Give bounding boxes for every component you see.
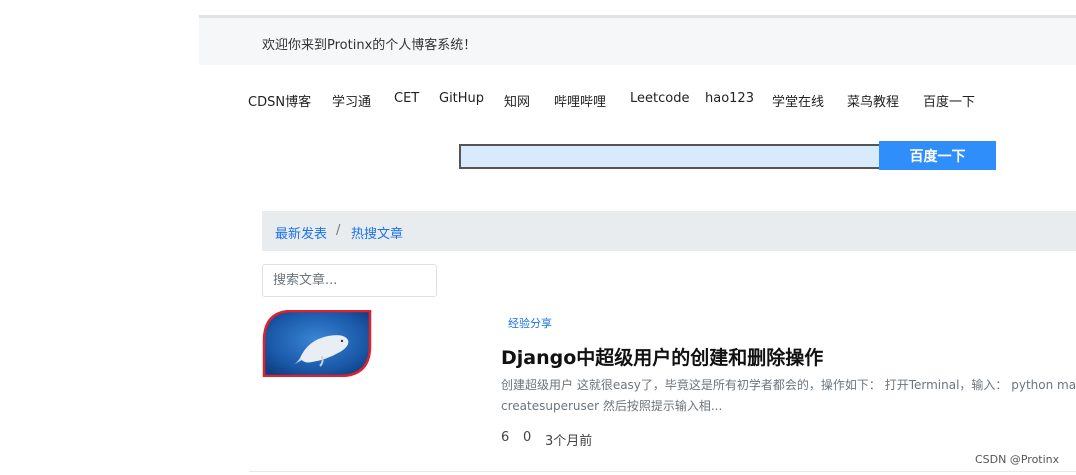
article-views: 6	[501, 430, 510, 445]
article-search-input[interactable]	[262, 264, 437, 297]
article-category[interactable]: 经验分享	[508, 315, 552, 331]
nav-link-xuexitong[interactable]: 学习通	[332, 91, 371, 110]
welcome-text: 欢迎你来到Protinx的个人博客系统！	[262, 38, 477, 53]
baidu-search-button[interactable]: 百度一下	[879, 141, 996, 170]
breadcrumb: 最新发表 / 热搜文章	[262, 211, 1076, 251]
nav-link-cet[interactable]: CET	[394, 91, 419, 106]
nav-link-hao123[interactable]: hao123	[705, 91, 754, 106]
breadcrumb-separator: /	[336, 223, 341, 238]
article-summary: 创建超级用户 这就很easy了，毕竟这是所有初学者都会的，操作如下： 打开Ter…	[501, 375, 1076, 417]
article-thumbnail[interactable]	[262, 309, 372, 378]
watermark: CSDN @Protinx	[975, 453, 1060, 466]
nav-link-leetcode[interactable]: Leetcode	[630, 91, 689, 106]
nav-link-github[interactable]: GitHup	[439, 91, 484, 106]
breadcrumb-hot[interactable]: 热搜文章	[351, 223, 403, 242]
nav-link-baidu[interactable]: 百度一下	[923, 91, 975, 110]
baidu-search-input[interactable]	[459, 144, 879, 169]
article-time: 3个月前	[545, 434, 593, 449]
nav-link-csdn[interactable]: CDSN博客	[248, 91, 311, 110]
article-title[interactable]: Django中超级用户的创建和删除操作	[501, 343, 823, 370]
divider	[249, 471, 1076, 472]
welcome-bar: 欢迎你来到Protinx的个人博客系统！	[199, 18, 1076, 65]
whale-image	[262, 309, 372, 378]
breadcrumb-latest[interactable]: 最新发表	[275, 223, 327, 242]
article-comments: 0	[523, 430, 532, 445]
article-summary-line-1: 创建超级用户 这就很easy了，毕竟这是所有初学者都会的，操作如下： 打开Ter…	[501, 378, 1076, 392]
nav-link-runoob[interactable]: 菜鸟教程	[847, 91, 899, 110]
article-summary-line-2: createsuperuser 然后按照提示输入相...	[501, 399, 723, 413]
nav-link-cnki[interactable]: 知网	[504, 91, 530, 110]
nav-link-xuetangx[interactable]: 学堂在线	[772, 91, 824, 110]
nav-link-bilibili[interactable]: 哔哩哔哩	[554, 91, 606, 110]
